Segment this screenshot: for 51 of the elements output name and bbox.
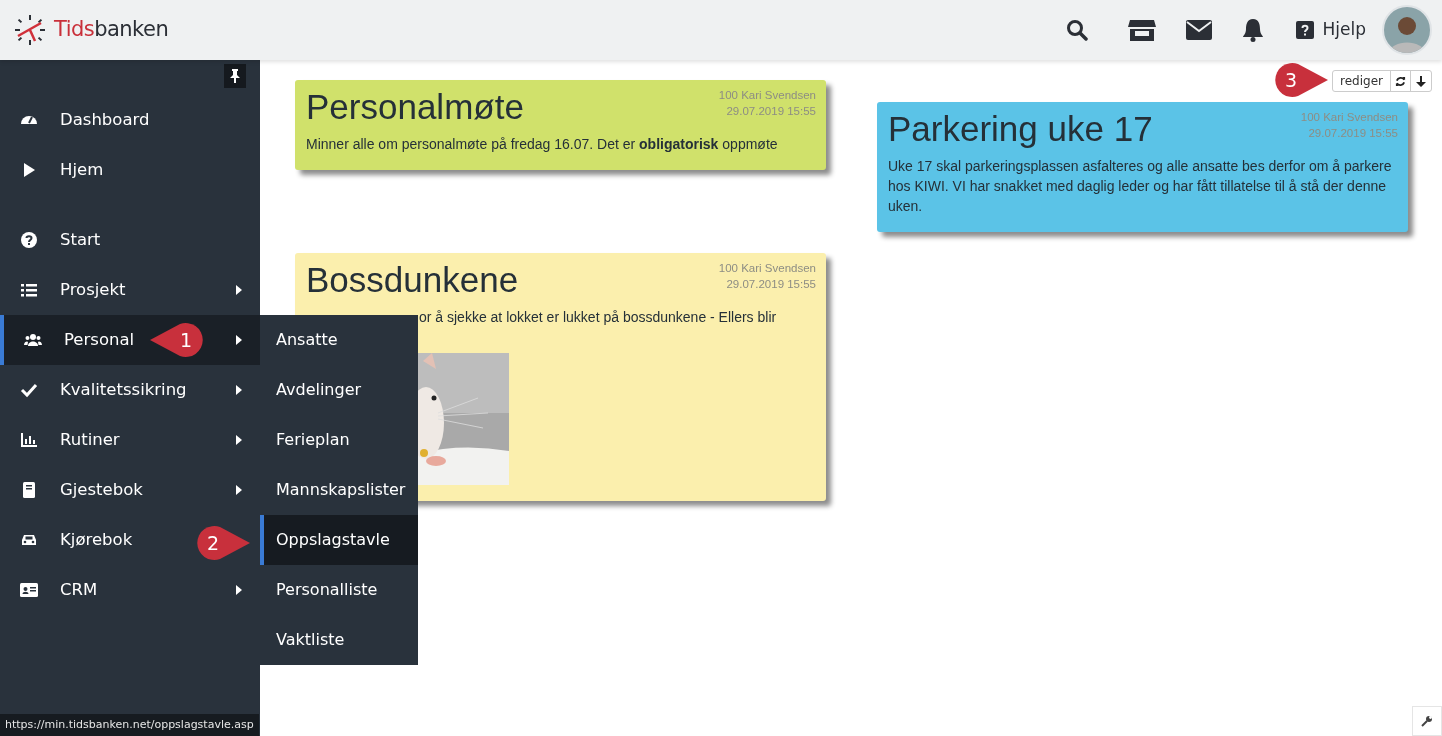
note-date: 29.07.2019 15:55 <box>1308 126 1398 141</box>
search-icon[interactable] <box>1065 19 1088 41</box>
users-icon <box>24 331 42 349</box>
clock-logo-icon <box>14 14 46 46</box>
bar-chart-icon <box>20 431 38 449</box>
sidebar-item[interactable]: Dashboard <box>0 95 168 145</box>
wrench-icon <box>1421 715 1433 727</box>
sidebar-item[interactable]: CRM <box>0 565 260 615</box>
avatar[interactable] <box>1382 5 1432 55</box>
submenu-item[interactable]: Vaktliste <box>260 615 418 665</box>
check-icon <box>20 381 38 399</box>
note-date: 29.07.2019 15:55 <box>726 104 816 119</box>
submenu-item[interactable]: Personalliste <box>260 565 418 615</box>
status-url: https://min.tidsbanken.net/oppslagstavle.asp <box>0 713 259 736</box>
question-circle-icon <box>20 231 38 249</box>
list-icon <box>20 281 38 299</box>
submenu-item[interactable]: Ferieplan <box>260 415 418 465</box>
sidebar-item[interactable]: Rutiner <box>0 415 260 465</box>
sidebar-item[interactable]: Gjestebok <box>0 465 260 515</box>
store-icon[interactable] <box>1127 18 1156 42</box>
pin-icon <box>230 69 240 83</box>
note-text: Uke 17 skal parkeringsplassen asfalteres og alle ansatte bes derfor om å parkere hos KIWI. VI har snakket med daglig leder og har fått tillatelse til å stå der denne uken. <box>888 157 1393 216</box>
brand-name[interactable]: Tidsbanken <box>54 14 169 46</box>
wrench-button[interactable] <box>1412 706 1442 736</box>
note-title: Personalmøte <box>306 88 524 126</box>
help-button[interactable]: Hjelp <box>1295 17 1366 43</box>
pin-button[interactable] <box>224 64 246 88</box>
submenu-item[interactable]: Ansatte <box>260 315 418 365</box>
note-title: Bossdunkene <box>306 261 519 299</box>
submenu-item[interactable]: Avdelinger <box>260 365 418 415</box>
sidebar-item[interactable]: Start <box>0 215 119 265</box>
note-date: 29.07.2019 15:55 <box>726 277 816 292</box>
help-icon <box>1295 21 1314 39</box>
note-text: or å sjekke at lokket er lukket på bossdunkene - Ellers blir <box>419 308 778 327</box>
sidebar-item[interactable]: Hjem <box>0 145 122 195</box>
mail-icon[interactable] <box>1185 20 1212 40</box>
note-author: 100 Kari Svendsen <box>718 88 816 103</box>
sidebar-item[interactable]: Kjørebok <box>0 515 151 565</box>
bell-icon[interactable] <box>1241 18 1264 42</box>
id-card-icon <box>20 581 38 599</box>
arrow-down-icon <box>1416 75 1426 87</box>
sidebar-item[interactable]: Kvalitetssikring <box>0 365 260 415</box>
note-author: 100 Kari Svendsen <box>718 261 816 276</box>
note-author: 100 Kari Svendsen <box>1300 110 1398 125</box>
sidebar-item[interactable]: Prosjekt <box>0 265 260 315</box>
submenu-item[interactable]: Mannskapslister <box>260 465 418 515</box>
submenu-item[interactable]: Oppslagstavle <box>260 515 418 565</box>
book-icon <box>20 481 38 499</box>
refresh-icon <box>1395 75 1406 87</box>
note-title: Parkering uke 17 <box>888 110 1153 148</box>
note-text: Minner alle om personalmøte på fredag 16.07. Det er obligatorisk oppmøte <box>306 135 779 154</box>
